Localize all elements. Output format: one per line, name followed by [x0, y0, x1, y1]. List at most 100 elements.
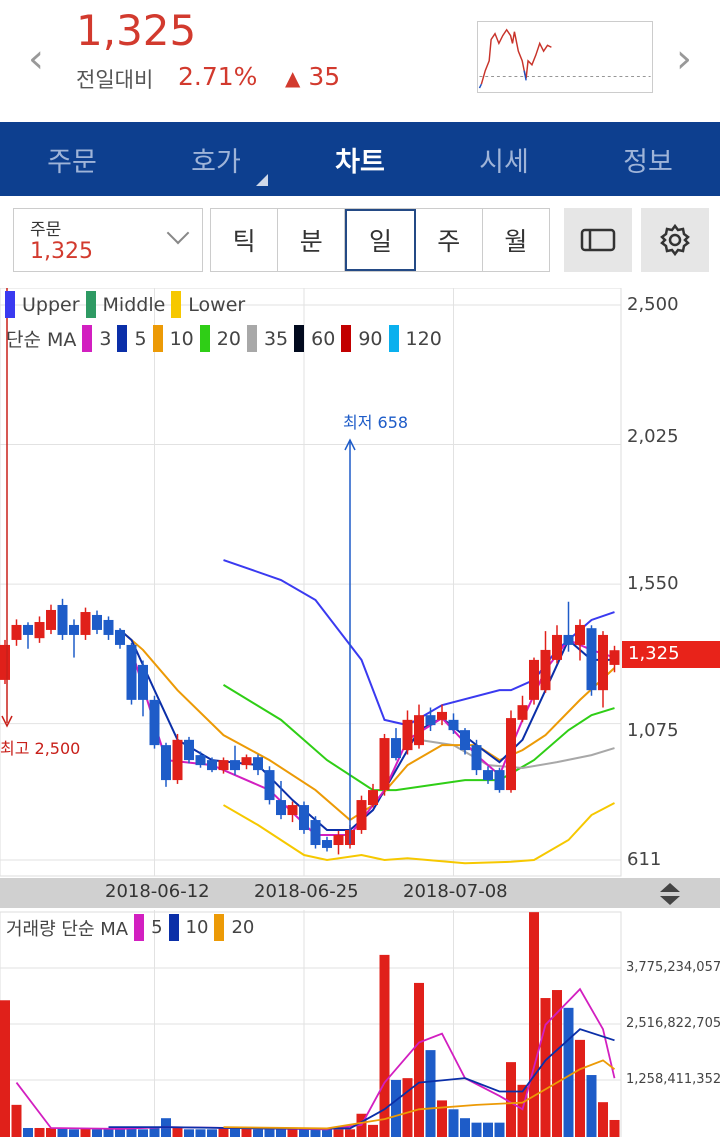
volume-bar [598, 1102, 608, 1137]
candle-up [80, 612, 91, 635]
volume-bar [437, 1100, 447, 1137]
candle-up [11, 624, 22, 640]
volume-bar [563, 1007, 574, 1137]
gear-icon [660, 223, 690, 257]
candle-up [598, 634, 608, 691]
volume-chart[interactable] [0, 910, 720, 1137]
upper-label: Upper [22, 293, 80, 316]
candle-up [218, 760, 229, 771]
next-chevron-icon[interactable]: › [676, 36, 692, 82]
volume-bar [287, 1129, 298, 1137]
volume-bar [57, 1127, 68, 1137]
volume-bar [529, 912, 539, 1137]
volume-bar [172, 1127, 183, 1137]
candle-down [299, 805, 309, 831]
volume-bar [333, 1129, 344, 1137]
low-annotation: 최저 658 [343, 413, 409, 432]
candle-down [264, 770, 275, 801]
tab-order[interactable]: 주문 [0, 122, 144, 196]
volume-bar [448, 1109, 459, 1137]
period-month[interactable]: 월 [483, 209, 549, 271]
candle-down [138, 664, 148, 700]
ma3-label: 3 [99, 327, 112, 350]
layout-toggle-button[interactable] [564, 208, 632, 272]
volume-tick: 1,258,411,352 [626, 1072, 720, 1087]
ma10-label: 10 [169, 327, 194, 350]
period-week[interactable]: 주 [416, 209, 483, 271]
volume-bar [402, 1078, 413, 1137]
period-minute[interactable]: 분 [278, 209, 346, 271]
volume-bar [195, 1129, 206, 1137]
order-price: 1,325 [30, 239, 93, 264]
candle-down [115, 629, 125, 645]
vma20-swatch [214, 914, 225, 941]
price-chart[interactable] [0, 288, 720, 878]
ma20-label: 20 [216, 327, 241, 350]
candle-down [69, 624, 79, 635]
tab-market[interactable]: 시세 [432, 122, 576, 196]
volume-bar [345, 1129, 355, 1137]
settings-button[interactable] [641, 208, 709, 272]
panel-icon [580, 228, 616, 252]
ma60-swatch [294, 325, 305, 352]
ma5-swatch [117, 325, 128, 352]
ma120-swatch [388, 325, 399, 352]
price-tick: 2,500 [627, 294, 679, 315]
tab-chart[interactable]: 차트 [288, 122, 432, 196]
lower-swatch [171, 291, 182, 318]
candle-down [57, 604, 68, 635]
candle-down [92, 614, 102, 630]
volume-bar [299, 1129, 309, 1137]
volume-bar [115, 1129, 125, 1137]
price-tick: 611 [627, 849, 662, 870]
candle-down [276, 800, 286, 816]
change-value: ▲ 35 [285, 62, 340, 91]
date-tick: 2018-06-25 [254, 881, 359, 902]
candle-up [379, 738, 390, 791]
compare-label: 전일대비 [76, 68, 154, 92]
middle-label: Middle [102, 293, 166, 316]
price-tick: 1,550 [627, 573, 679, 594]
candle-down [586, 628, 597, 691]
tab-quote[interactable]: 호가 [144, 122, 288, 196]
band-legend: Upper Middle Lower [0, 291, 245, 318]
tab-quote-label: 호가 [191, 146, 241, 178]
candle-up [287, 805, 298, 816]
volume-bar [391, 1079, 401, 1137]
order-dropdown[interactable]: 주문 1,325 [13, 208, 203, 272]
middle-swatch [85, 291, 96, 318]
candle-up [368, 790, 378, 806]
candle-down [23, 624, 33, 635]
ma-title: 단순 MA [6, 329, 77, 351]
candle-down [161, 745, 171, 781]
volume-bar [23, 1127, 33, 1137]
price-tick: 1,075 [627, 720, 679, 741]
candle-down [448, 719, 459, 731]
candle-down [483, 770, 493, 781]
resize-handle-icon[interactable] [658, 881, 682, 907]
ma10-swatch [152, 325, 163, 352]
period-day[interactable]: 일 [345, 209, 416, 271]
current-price-tag: 1,325 [622, 641, 720, 668]
candle-down [310, 820, 321, 846]
volume-bar [138, 1129, 148, 1137]
volume-bar [471, 1122, 482, 1137]
prev-chevron-icon[interactable]: ‹ [28, 36, 44, 82]
volume-bar [0, 1000, 10, 1137]
volume-bar [276, 1129, 286, 1137]
candle-down [425, 715, 436, 726]
period-tick[interactable]: 틱 [211, 209, 279, 271]
tab-info[interactable]: 정보 [576, 122, 720, 196]
ma-legend: 단순 MA 3 5 10 20 35 60 90 120 [6, 325, 442, 352]
candle-down [126, 644, 137, 700]
volume-bar [92, 1129, 102, 1137]
candle-down [391, 738, 401, 759]
candle-down [103, 619, 114, 635]
ma35-label: 35 [263, 327, 289, 350]
period-selector: 틱 분 일 주 월 [210, 208, 550, 272]
candle-up [356, 800, 367, 831]
candle-up [333, 835, 344, 846]
candle-down [471, 745, 482, 771]
volume-bar [322, 1129, 332, 1137]
mini-sparkline[interactable] [477, 21, 653, 93]
